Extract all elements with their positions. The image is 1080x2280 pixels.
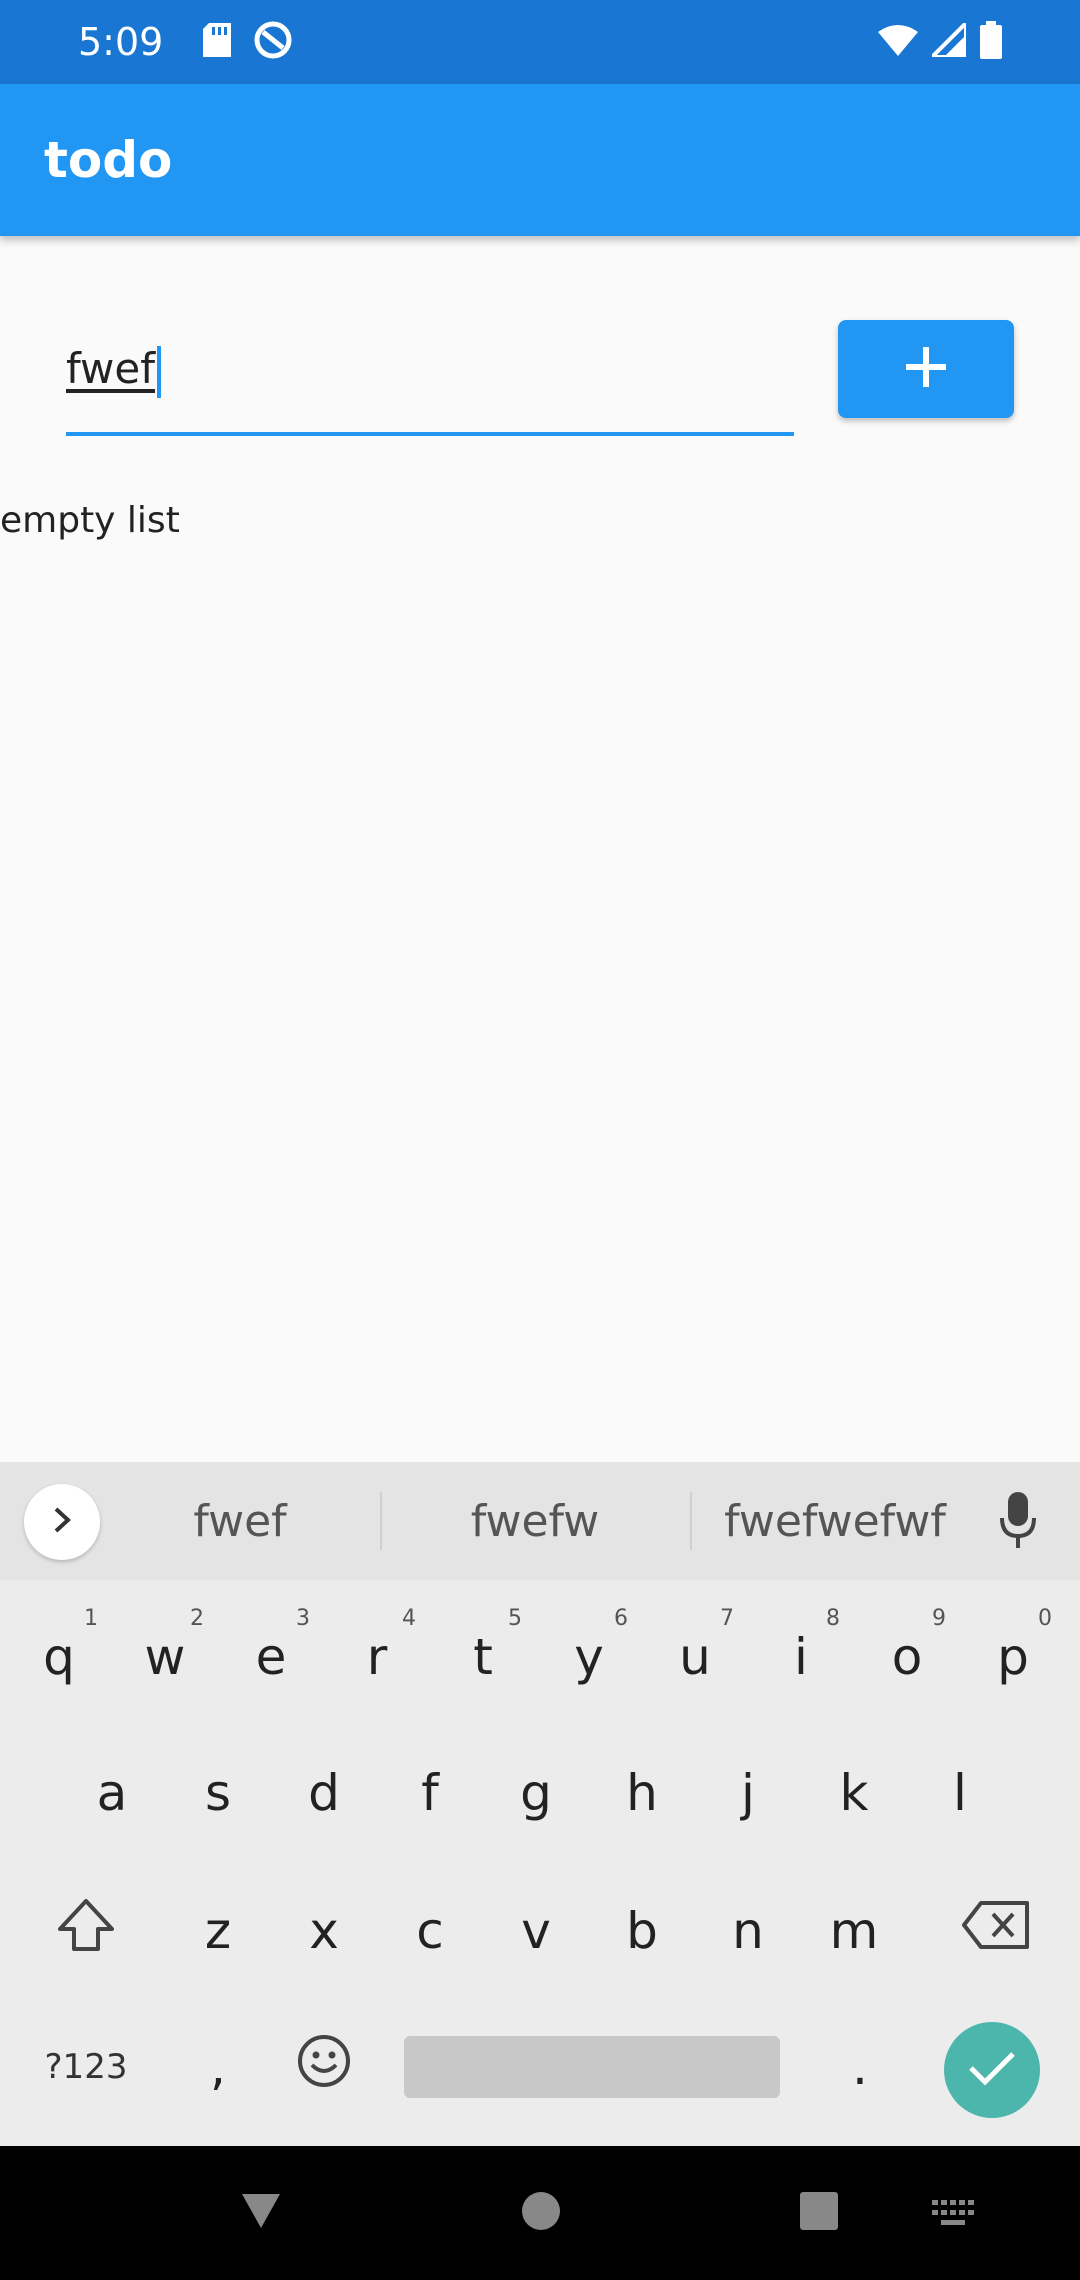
- key-label: u: [679, 1628, 711, 1686]
- key-hint: 1: [84, 1606, 98, 1631]
- suggestion-3[interactable]: fwefwefwf: [700, 1462, 970, 1580]
- key-hint: 7: [720, 1606, 734, 1631]
- backspace-icon: [961, 1900, 1031, 1962]
- recents-icon[interactable]: [798, 2190, 840, 2236]
- key-label: w: [144, 1628, 186, 1686]
- key-hint: 5: [508, 1606, 522, 1631]
- key-hint: 4: [402, 1606, 416, 1631]
- key-u[interactable]: u7: [642, 1592, 748, 1722]
- key-hint: 8: [826, 1606, 840, 1631]
- keyboard: fwef fwefw fwefwefwf q1 w2 e3 r4 t5 y6 u…: [0, 1462, 1080, 2146]
- todo-input[interactable]: fwef: [66, 316, 794, 436]
- key-p[interactable]: p0: [960, 1592, 1066, 1722]
- comma-key[interactable]: ,: [165, 2002, 271, 2132]
- status-time: 5:09: [78, 20, 164, 64]
- key-hint: 9: [932, 1606, 946, 1631]
- key-l[interactable]: l: [907, 1728, 1013, 1858]
- shift-key[interactable]: [30, 1866, 142, 1996]
- navigation-bar: [0, 2146, 1080, 2280]
- emoji-key[interactable]: [271, 2002, 377, 2132]
- key-label: p: [997, 1628, 1029, 1686]
- sd-card-icon: [203, 23, 232, 61]
- suggestion-divider: [690, 1492, 692, 1550]
- key-f[interactable]: f: [377, 1728, 483, 1858]
- battery-icon: [980, 21, 1002, 63]
- app-title: todo: [44, 131, 173, 189]
- key-label: e: [255, 1628, 287, 1686]
- suggestion-2[interactable]: fwefw: [400, 1462, 670, 1580]
- todo-input-text-wrap: fwef: [66, 344, 162, 398]
- key-hint: 6: [614, 1606, 628, 1631]
- chevron-right-icon: [50, 1505, 74, 1539]
- app-bar: todo: [0, 84, 1080, 236]
- key-label: o: [891, 1628, 923, 1686]
- key-r[interactable]: r4: [324, 1592, 430, 1722]
- key-hint: 3: [296, 1606, 310, 1631]
- key-c[interactable]: c: [377, 1866, 483, 1996]
- key-g[interactable]: g: [483, 1728, 589, 1858]
- text-caret: [157, 345, 162, 398]
- key-n[interactable]: n: [695, 1866, 801, 1996]
- checkmark-icon: [967, 2048, 1017, 2092]
- suggestion-bar: fwef fwefw fwefwefwf: [0, 1462, 1080, 1580]
- key-v[interactable]: v: [483, 1866, 589, 1996]
- shift-icon: [56, 1897, 116, 1965]
- suggestion-divider: [380, 1492, 382, 1550]
- todo-input-value: fwef: [66, 344, 156, 393]
- key-d[interactable]: d: [271, 1728, 377, 1858]
- key-j[interactable]: j: [695, 1728, 801, 1858]
- key-s[interactable]: s: [165, 1728, 271, 1858]
- key-b[interactable]: b: [589, 1866, 695, 1996]
- key-hint: 2: [190, 1606, 204, 1631]
- backspace-key[interactable]: [936, 1866, 1056, 1996]
- key-label: q: [43, 1628, 75, 1686]
- suggestion-expand-button[interactable]: [24, 1484, 100, 1560]
- key-q[interactable]: q1: [6, 1592, 112, 1722]
- key-o[interactable]: o9: [854, 1592, 960, 1722]
- key-label: y: [574, 1628, 604, 1686]
- key-i[interactable]: i8: [748, 1592, 854, 1722]
- key-m[interactable]: m: [801, 1866, 907, 1996]
- home-icon[interactable]: [520, 2190, 562, 2236]
- key-k[interactable]: k: [801, 1728, 907, 1858]
- sync-icon: [253, 20, 293, 64]
- suggestion-1[interactable]: fwef: [120, 1462, 360, 1580]
- key-hint: 0: [1038, 1606, 1052, 1631]
- key-a[interactable]: a: [59, 1728, 165, 1858]
- emoji-icon: [296, 2033, 352, 2101]
- key-label: r: [366, 1628, 388, 1686]
- plus-icon: [904, 345, 948, 393]
- key-label: i: [794, 1628, 808, 1686]
- microphone-icon[interactable]: [1000, 1492, 1036, 1554]
- period-key[interactable]: .: [807, 2002, 913, 2132]
- status-right: [878, 18, 1002, 63]
- back-icon[interactable]: [240, 2190, 282, 2236]
- empty-list-label: empty list: [0, 500, 180, 541]
- key-w[interactable]: w2: [112, 1592, 218, 1722]
- key-e[interactable]: e3: [218, 1592, 324, 1722]
- screen: 5:09 todo fwef empty list fwef fwefw fwe…: [0, 0, 1080, 2280]
- enter-key[interactable]: [944, 2022, 1040, 2118]
- status-bar: 5:09: [0, 0, 1080, 84]
- key-h[interactable]: h: [589, 1728, 695, 1858]
- wifi-icon: [878, 24, 918, 60]
- key-z[interactable]: z: [165, 1866, 271, 1996]
- key-label: t: [473, 1628, 493, 1686]
- space-key[interactable]: [404, 2036, 780, 2098]
- key-x[interactable]: x: [271, 1866, 377, 1996]
- add-button[interactable]: [838, 320, 1014, 418]
- key-t[interactable]: t5: [430, 1592, 536, 1722]
- signal-icon: [927, 18, 968, 61]
- key-y[interactable]: y6: [536, 1592, 642, 1722]
- keyboard-switch-icon[interactable]: [932, 2200, 974, 2232]
- symbols-key[interactable]: ?123: [30, 2002, 142, 2132]
